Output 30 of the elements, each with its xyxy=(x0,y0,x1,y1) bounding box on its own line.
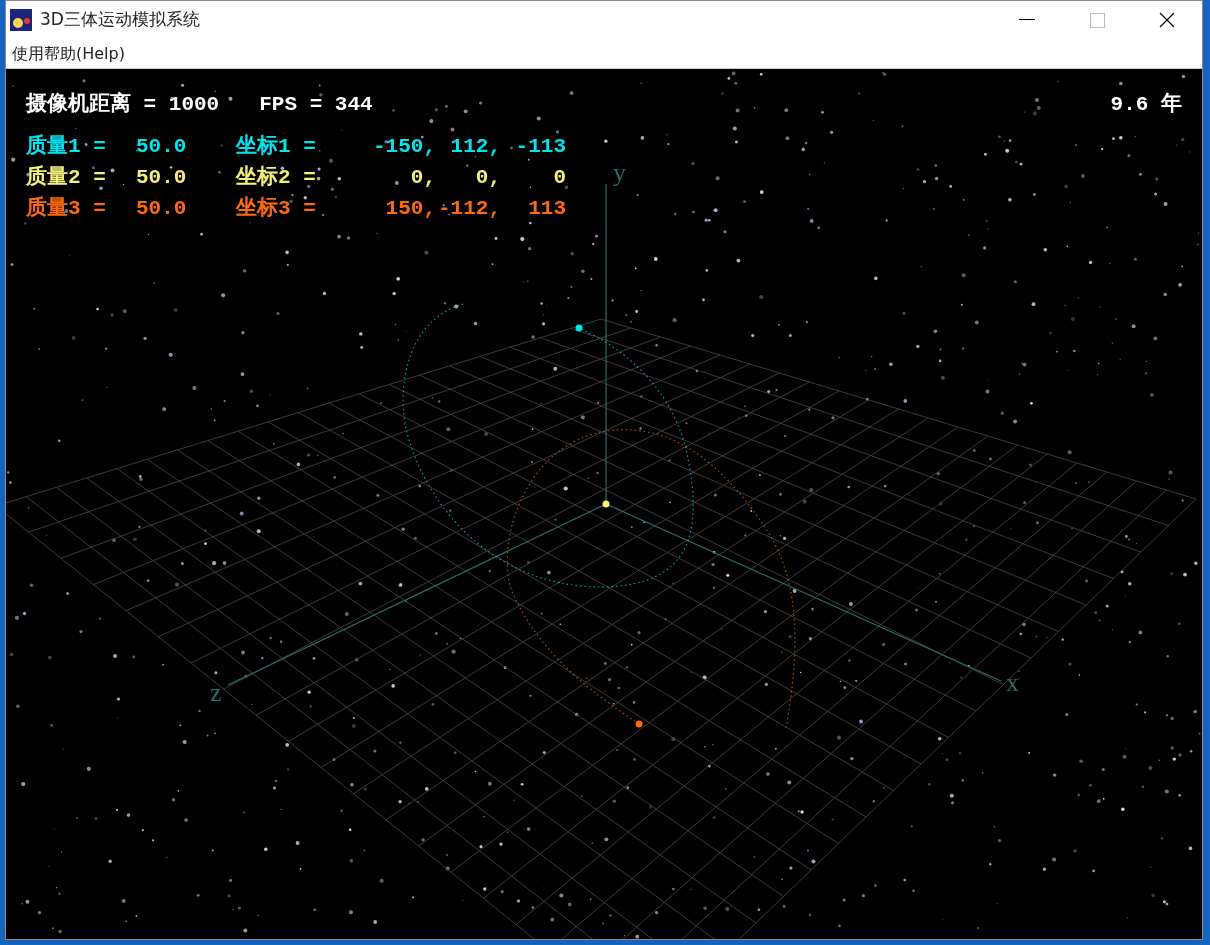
maximize-icon xyxy=(1089,12,1105,28)
mass-value: 50.0 xyxy=(136,165,188,191)
camera-distance: 摄像机距离 = 1000 xyxy=(26,90,220,118)
fps-counter: FPS = 344 xyxy=(259,92,373,118)
coordinate-value: 0, xyxy=(409,165,436,191)
mass-value: 50.0 xyxy=(136,134,188,160)
window-title: 3D三体运动模拟系统 xyxy=(40,8,200,32)
mass-label: 质量3 = xyxy=(26,195,107,222)
menu-item[interactable]: 使用帮助(Help) xyxy=(6,41,131,66)
elapsed-time: 9.6 年 xyxy=(1110,91,1182,118)
axis-label: y xyxy=(613,158,626,187)
coordinate-value: 0, xyxy=(474,165,501,191)
coordinate-value: -112, xyxy=(437,196,501,222)
mass-value: 50.0 xyxy=(136,196,188,222)
coordinate-value: 150, xyxy=(384,196,436,222)
close-icon xyxy=(1159,12,1175,28)
coordinate-label: 坐标1 = xyxy=(236,133,317,160)
coordinate-value: -113 xyxy=(514,134,566,160)
mass-label: 质量2 = xyxy=(26,164,107,191)
coordinate-label: 坐标2 = xyxy=(236,164,317,191)
app-icon xyxy=(10,9,32,31)
minimize-icon xyxy=(1019,19,1035,21)
coordinate-value: 112, xyxy=(449,134,501,160)
axis-label: z xyxy=(210,678,222,707)
coordinate-value: -150, xyxy=(372,134,436,160)
coordinate-label: 坐标3 = xyxy=(236,195,317,222)
axis-label: x xyxy=(1006,668,1019,697)
mass-label: 质量1 = xyxy=(26,133,107,160)
coordinate-value: 113 xyxy=(527,196,566,222)
coordinate-value: 0 xyxy=(552,165,566,191)
